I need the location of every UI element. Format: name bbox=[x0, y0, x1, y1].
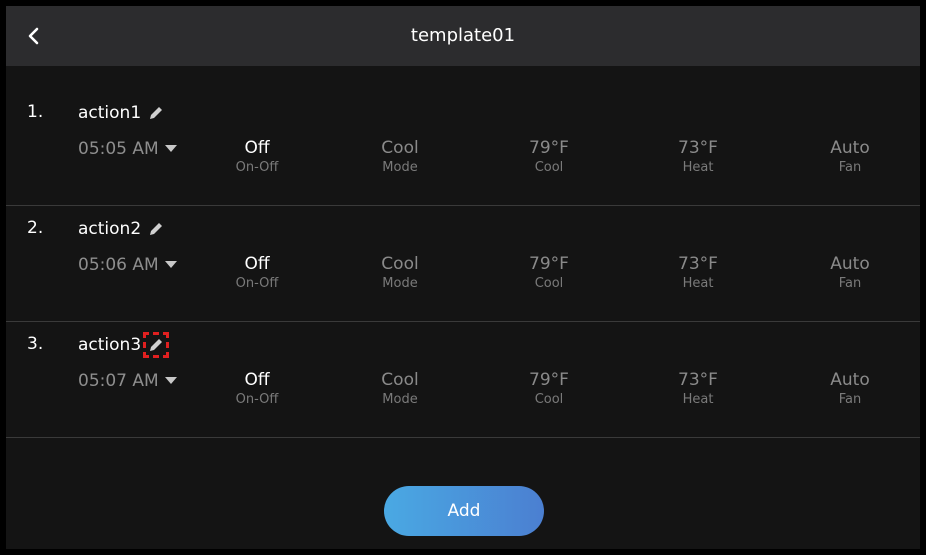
caret-down-icon bbox=[164, 377, 177, 384]
onoff-value: Off bbox=[244, 254, 270, 274]
pencil-icon bbox=[150, 339, 163, 351]
action-row: 2. action2 05:06 AM Off On-Off Cool Mode… bbox=[6, 206, 920, 322]
mode-value: Cool bbox=[381, 138, 419, 158]
fan-value: Auto bbox=[830, 254, 870, 274]
action-row: 1. action1 05:05 AM Off On-Off Cool Mode… bbox=[6, 90, 920, 206]
app-screen: template01 1. action1 05:05 AM Off On-Of… bbox=[6, 6, 920, 549]
caret-down-icon bbox=[164, 145, 177, 152]
fan-label: Fan bbox=[838, 160, 862, 175]
cool-setpoint-setting[interactable]: 79°F Cool bbox=[489, 370, 609, 408]
onoff-label: On-Off bbox=[235, 276, 279, 291]
time-value: 05:05 AM bbox=[78, 139, 159, 159]
heat-setpoint-setting[interactable]: 73°F Heat bbox=[638, 254, 758, 292]
action-index: 2. bbox=[27, 218, 44, 238]
edit-name-button[interactable] bbox=[143, 332, 170, 358]
heat-setpoint-value: 73°F bbox=[678, 254, 718, 274]
cool-setpoint-label: Cool bbox=[534, 160, 564, 175]
action-name: action2 bbox=[78, 219, 142, 239]
page-title: template01 bbox=[410, 25, 516, 46]
fan-label: Fan bbox=[838, 276, 862, 291]
heat-setpoint-label: Heat bbox=[682, 276, 714, 291]
heat-setpoint-setting[interactable]: 73°F Heat bbox=[638, 138, 758, 176]
fan-label: Fan bbox=[838, 392, 862, 407]
onoff-setting[interactable]: Off On-Off bbox=[197, 370, 317, 408]
action-name-group: action1 bbox=[78, 98, 167, 128]
onoff-setting[interactable]: Off On-Off bbox=[197, 254, 317, 292]
action-name-group: action3 bbox=[78, 330, 170, 360]
header-bar: template01 bbox=[6, 6, 920, 66]
mode-setting[interactable]: Cool Mode bbox=[340, 254, 460, 292]
onoff-value: Off bbox=[244, 138, 270, 158]
action-name-group: action2 bbox=[78, 214, 167, 244]
cool-setpoint-value: 79°F bbox=[529, 138, 569, 158]
action-name: action3 bbox=[78, 335, 142, 355]
mode-setting[interactable]: Cool Mode bbox=[340, 370, 460, 408]
onoff-value: Off bbox=[244, 370, 270, 390]
mode-setting[interactable]: Cool Mode bbox=[340, 138, 460, 176]
heat-setpoint-setting[interactable]: 73°F Heat bbox=[638, 370, 758, 408]
add-button[interactable]: Add bbox=[384, 486, 544, 536]
time-value: 05:07 AM bbox=[78, 371, 159, 391]
mode-label: Mode bbox=[382, 276, 418, 291]
time-value: 05:06 AM bbox=[78, 255, 159, 275]
cool-setpoint-label: Cool bbox=[534, 392, 564, 407]
mode-value: Cool bbox=[381, 370, 419, 390]
fan-value: Auto bbox=[830, 138, 870, 158]
pencil-icon bbox=[150, 223, 163, 235]
cool-setpoint-value: 79°F bbox=[529, 370, 569, 390]
onoff-label: On-Off bbox=[235, 160, 279, 175]
caret-down-icon bbox=[164, 261, 177, 268]
mode-label: Mode bbox=[382, 392, 418, 407]
time-dropdown[interactable]: 05:07 AM bbox=[78, 369, 177, 393]
onoff-setting[interactable]: Off On-Off bbox=[197, 138, 317, 176]
heat-setpoint-value: 73°F bbox=[678, 138, 718, 158]
fan-setting[interactable]: Auto Fan bbox=[790, 370, 910, 408]
cool-setpoint-setting[interactable]: 79°F Cool bbox=[489, 254, 609, 292]
mode-value: Cool bbox=[381, 254, 419, 274]
action-row: 3. action3 05:07 AM Off On-Off Cool Mode… bbox=[6, 322, 920, 438]
action-name: action1 bbox=[78, 103, 142, 123]
onoff-label: On-Off bbox=[235, 392, 279, 407]
cool-setpoint-value: 79°F bbox=[529, 254, 569, 274]
action-index: 1. bbox=[27, 102, 44, 122]
edit-name-button[interactable] bbox=[145, 102, 167, 124]
heat-setpoint-label: Heat bbox=[682, 160, 714, 175]
action-list: 1. action1 05:05 AM Off On-Off Cool Mode… bbox=[6, 90, 920, 438]
fan-value: Auto bbox=[830, 370, 870, 390]
cool-setpoint-setting[interactable]: 79°F Cool bbox=[489, 138, 609, 176]
time-dropdown[interactable]: 05:06 AM bbox=[78, 253, 177, 277]
action-index: 3. bbox=[27, 334, 44, 354]
time-dropdown[interactable]: 05:05 AM bbox=[78, 137, 177, 161]
pencil-icon bbox=[150, 107, 163, 119]
fan-setting[interactable]: Auto Fan bbox=[790, 138, 910, 176]
edit-name-button[interactable] bbox=[145, 218, 167, 240]
heat-setpoint-label: Heat bbox=[682, 392, 714, 407]
mode-label: Mode bbox=[382, 160, 418, 175]
heat-setpoint-value: 73°F bbox=[678, 370, 718, 390]
cool-setpoint-label: Cool bbox=[534, 276, 564, 291]
fan-setting[interactable]: Auto Fan bbox=[790, 254, 910, 292]
